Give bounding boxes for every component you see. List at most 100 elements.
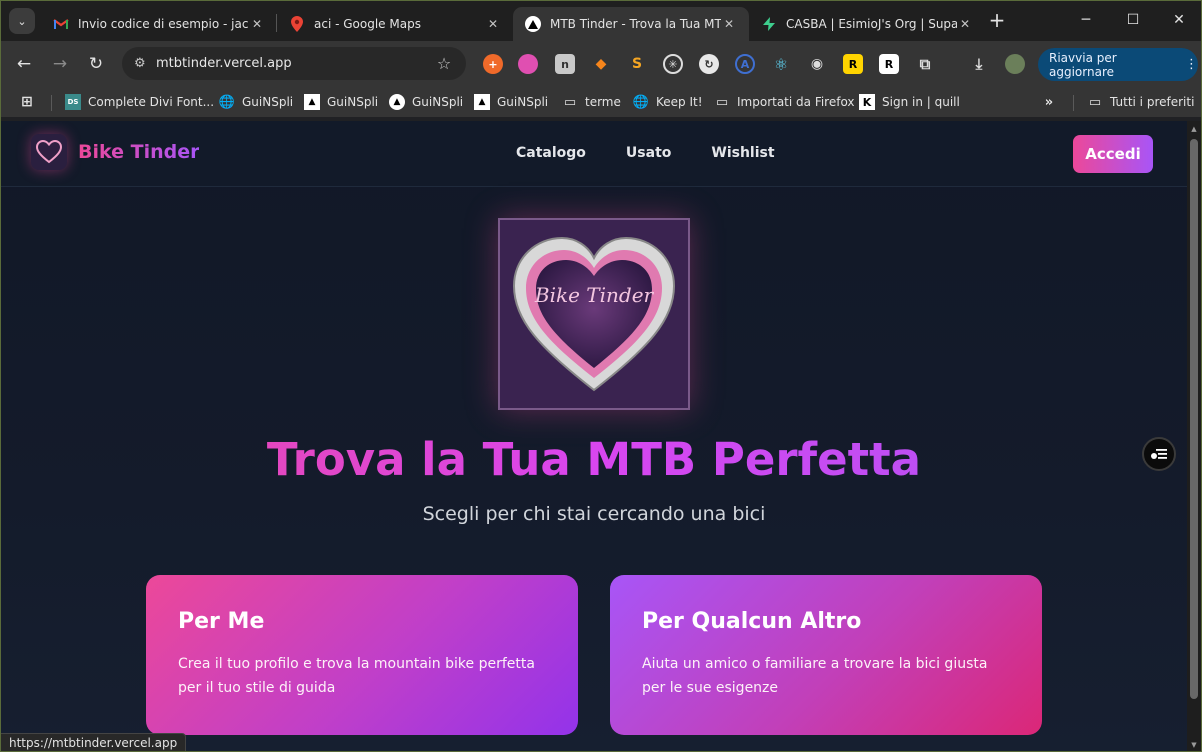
extension-plus-icon[interactable]: + — [483, 54, 503, 74]
bookmark-folder[interactable]: ▭ Importati da Firefox — [714, 93, 855, 111]
extension-s-icon[interactable]: S — [627, 54, 647, 74]
scroll-up-arrow-icon[interactable]: ▲ — [1190, 125, 1198, 133]
globe-icon: 🌐 — [218, 94, 236, 110]
extension-notebook-icon[interactable]: n — [555, 54, 575, 74]
vercel-logo-icon: ▲ — [389, 94, 405, 110]
site-settings-icon[interactable]: ⚙ — [134, 56, 156, 71]
main-nav: Catalogo Usato Wishlist — [516, 145, 775, 161]
card-description: Crea il tuo profilo e trova la mountain … — [178, 656, 535, 696]
download-icon[interactable]: ⤓ — [969, 54, 989, 74]
restart-update-button[interactable]: Riavvia per aggiornare ⋮ — [1038, 48, 1198, 81]
profile-avatar[interactable] — [1005, 54, 1025, 74]
page-scrollbar[interactable]: ▲ ▼ — [1187, 121, 1201, 751]
divi-icon: DS — [65, 94, 81, 110]
bookmark-divider — [1073, 95, 1074, 111]
forward-button[interactable]: → — [49, 53, 71, 75]
bookmark-item[interactable]: 🌐 GuiNSpli — [219, 93, 293, 111]
back-button[interactable]: ← — [13, 53, 35, 75]
metamask-fox-icon[interactable]: ◆ — [591, 54, 611, 74]
card-title: Per Me — [178, 609, 265, 634]
bookmark-item[interactable]: DS Complete Divi Font... — [65, 93, 214, 111]
card-per-me[interactable]: Per Me Crea il tuo profilo e trova la mo… — [146, 575, 578, 735]
reload-button[interactable]: ↻ — [85, 53, 107, 75]
close-icon[interactable]: ✕ — [957, 17, 973, 31]
browser-toolbar: ← → ↻ ⚙ ☆ + n ◆ S ✳ ↻ A ⚛ ◉ R R ⧉ ⤓ Riav… — [1, 41, 1201, 87]
page-viewport: Bike Tinder Catalogo Usato Wishlist Acce… — [1, 121, 1187, 751]
tab-title: CASBA | EsimioJ's Org | Supaba — [786, 17, 957, 31]
new-tab-button[interactable]: + — [986, 9, 1008, 31]
close-icon[interactable]: ✕ — [485, 17, 501, 31]
vercel-logo-icon: ▲ — [474, 94, 490, 110]
react-devtools-icon[interactable]: ⚛ — [771, 54, 791, 74]
extensions-puzzle-icon[interactable]: ⧉ — [915, 54, 935, 74]
bookmark-folder[interactable]: ▭ terme — [562, 93, 621, 111]
tab-google-maps[interactable]: aci - Google Maps ✕ — [277, 7, 513, 41]
apps-grid-icon[interactable]: ⊞ — [19, 93, 42, 111]
tab-search-button[interactable]: ⌄ — [9, 8, 35, 34]
tab-title: aci - Google Maps — [314, 17, 421, 31]
extension-flower-icon[interactable] — [518, 54, 538, 74]
brand-link[interactable]: Bike Tinder — [31, 134, 199, 170]
tab-gmail[interactable]: Invio codice di esempio - jacop ✕ — [41, 7, 277, 41]
more-menu-icon: ⋮ — [1185, 57, 1198, 72]
list-settings-icon — [1151, 449, 1167, 459]
folder-icon: ▭ — [715, 94, 729, 110]
bookmarks-bar: ⊞ DS Complete Divi Font... 🌐 GuiNSpli ▲ … — [1, 87, 1201, 117]
extension-r-white-icon[interactable]: R — [879, 54, 899, 74]
url-input[interactable] — [156, 56, 434, 71]
camera-icon[interactable]: ◉ — [807, 54, 827, 74]
tab-title: MTB Tinder - Trova la Tua MTB — [550, 17, 721, 31]
folder-icon: ▭ — [1088, 94, 1102, 110]
card-per-qualcun-altro[interactable]: Per Qualcun Altro Aiuta un amico o famil… — [610, 575, 1042, 735]
page-title: Trova la Tua MTB Perfetta — [1, 433, 1187, 486]
site-header: Bike Tinder Catalogo Usato Wishlist Acce… — [1, 121, 1187, 187]
bookmark-item[interactable]: ▲ GuiNSpli — [474, 93, 548, 111]
nav-wishlist[interactable]: Wishlist — [711, 145, 774, 161]
close-icon[interactable]: ✕ — [249, 17, 265, 31]
gmail-icon — [53, 16, 69, 32]
tab-mtb-tinder[interactable]: MTB Tinder - Trova la Tua MTB ✕ — [513, 7, 749, 41]
vercel-triangle-icon — [525, 16, 541, 32]
all-bookmarks-folder[interactable]: ▭ Tutti i preferiti — [1087, 93, 1195, 111]
close-window-button[interactable]: ✕ — [1166, 9, 1192, 31]
tab-strip: ⌄ Invio codice di esempio - jacop ✕ aci … — [1, 1, 1201, 41]
floating-menu-button[interactable] — [1142, 437, 1176, 471]
quill-k-icon: K — [859, 94, 875, 110]
bookmark-item[interactable]: K Sign in | quill — [859, 93, 960, 111]
card-description: Aiuta un amico o familiare a trovare la … — [642, 656, 988, 696]
login-button[interactable]: Accedi — [1073, 135, 1153, 173]
maximize-button[interactable]: ☐ — [1120, 9, 1146, 31]
supabase-bolt-icon — [761, 16, 777, 32]
extension-a-icon[interactable]: A — [735, 54, 755, 74]
vercel-logo-icon: ▲ — [304, 94, 320, 110]
page-subtitle: Scegli per chi stai cercando una bici — [422, 503, 766, 525]
bookmark-item[interactable]: ▲ GuiNSpli — [304, 93, 378, 111]
bookmark-item[interactable]: 🌐 Keep It! — [633, 93, 703, 111]
tab-supabase[interactable]: CASBA | EsimioJ's Org | Supaba ✕ — [749, 7, 985, 41]
extension-update-icon[interactable]: ↻ — [699, 54, 719, 74]
extension-openai-icon[interactable]: ✳ — [663, 54, 683, 74]
scrollbar-thumb[interactable] — [1190, 139, 1198, 699]
extension-r-yellow-icon[interactable]: R — [843, 54, 863, 74]
close-icon[interactable]: ✕ — [721, 17, 737, 31]
globe-icon: 🌐 — [632, 94, 650, 110]
hero-logo-text: Bike Tinder — [534, 283, 655, 307]
more-bookmarks-chevron-icon[interactable]: » — [1041, 93, 1064, 111]
bookmark-star-icon[interactable]: ☆ — [434, 54, 454, 73]
update-label: Riavvia per aggiornare — [1049, 50, 1117, 79]
scroll-down-arrow-icon[interactable]: ▼ — [1190, 741, 1198, 749]
hero-logo-image: Bike Tinder — [498, 218, 690, 410]
card-title: Per Qualcun Altro — [642, 609, 862, 634]
brand-name: Bike Tinder — [78, 141, 200, 163]
nav-usato[interactable]: Usato — [626, 145, 671, 161]
browser-window: ⌄ Invio codice di esempio - jacop ✕ aci … — [0, 0, 1202, 752]
bookmark-item[interactable]: ▲ GuiNSpli — [389, 93, 463, 111]
tab-title: Invio codice di esempio - jacop — [78, 17, 249, 31]
folder-icon: ▭ — [563, 94, 577, 110]
bookmark-divider — [51, 95, 52, 111]
status-bar-url: https://mtbtinder.vercel.app — [1, 733, 187, 751]
minimize-button[interactable]: ─ — [1073, 9, 1099, 31]
maps-pin-icon — [289, 16, 305, 32]
address-bar[interactable]: ⚙ ☆ — [122, 47, 466, 80]
nav-catalogo[interactable]: Catalogo — [516, 145, 586, 161]
